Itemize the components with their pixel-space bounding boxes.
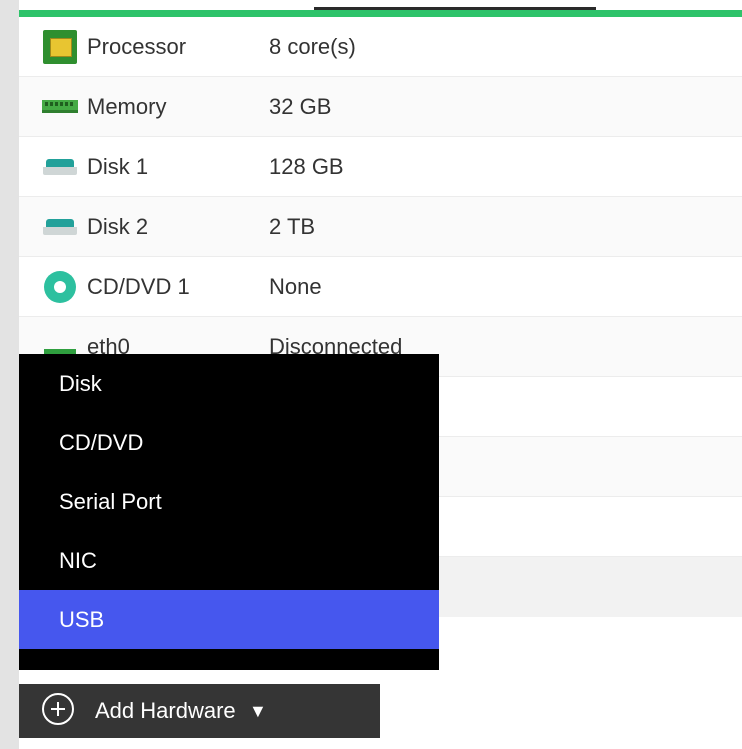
top-accent-bar bbox=[19, 10, 742, 17]
hardware-row-disk-1[interactable]: Disk 1 128 GB bbox=[19, 137, 742, 197]
hardware-row-cd-dvd-1[interactable]: CD/DVD 1 None bbox=[19, 257, 742, 317]
hardware-name: CD/DVD 1 bbox=[87, 273, 190, 299]
menu-item-disk[interactable]: Disk bbox=[19, 354, 439, 413]
cpu-icon bbox=[42, 29, 78, 65]
memory-icon bbox=[42, 89, 78, 125]
cd-icon bbox=[42, 269, 78, 305]
left-gutter bbox=[0, 0, 19, 749]
hardware-value: 128 GB bbox=[269, 153, 344, 179]
hardware-row-memory[interactable]: Memory 32 GB bbox=[19, 77, 742, 137]
hardware-name: Processor bbox=[87, 33, 187, 59]
hardware-row-disk-2[interactable]: Disk 2 2 TB bbox=[19, 197, 742, 257]
hardware-name: Disk 2 bbox=[87, 213, 149, 239]
hardware-row-processor[interactable]: Processor 8 core(s) bbox=[19, 17, 742, 77]
hardware-value: 8 core(s) bbox=[269, 33, 356, 59]
disk-icon bbox=[42, 209, 78, 245]
hardware-name: Memory bbox=[87, 93, 167, 119]
menu-item-nic[interactable]: NIC bbox=[19, 531, 439, 590]
disk-icon bbox=[42, 149, 78, 185]
hardware-name: Disk 1 bbox=[87, 153, 149, 179]
menu-item-usb[interactable]: USB bbox=[19, 590, 439, 649]
plus-circle-icon bbox=[42, 693, 74, 725]
hardware-value: 32 GB bbox=[269, 93, 332, 119]
add-hardware-menu: Disk CD/DVD Serial Port NIC USB bbox=[19, 354, 439, 670]
add-hardware-label: Add Hardware bbox=[95, 698, 236, 723]
hardware-value: 2 TB bbox=[269, 213, 316, 239]
caret-down-icon: ▼ bbox=[249, 700, 267, 721]
top-tab-edge bbox=[314, 0, 596, 10]
add-hardware-button[interactable]: Add Hardware ▼ bbox=[19, 684, 380, 738]
menu-item-serial-port[interactable]: Serial Port bbox=[19, 472, 439, 531]
hardware-value: None bbox=[269, 273, 322, 299]
menu-item-cd-dvd[interactable]: CD/DVD bbox=[19, 413, 439, 472]
